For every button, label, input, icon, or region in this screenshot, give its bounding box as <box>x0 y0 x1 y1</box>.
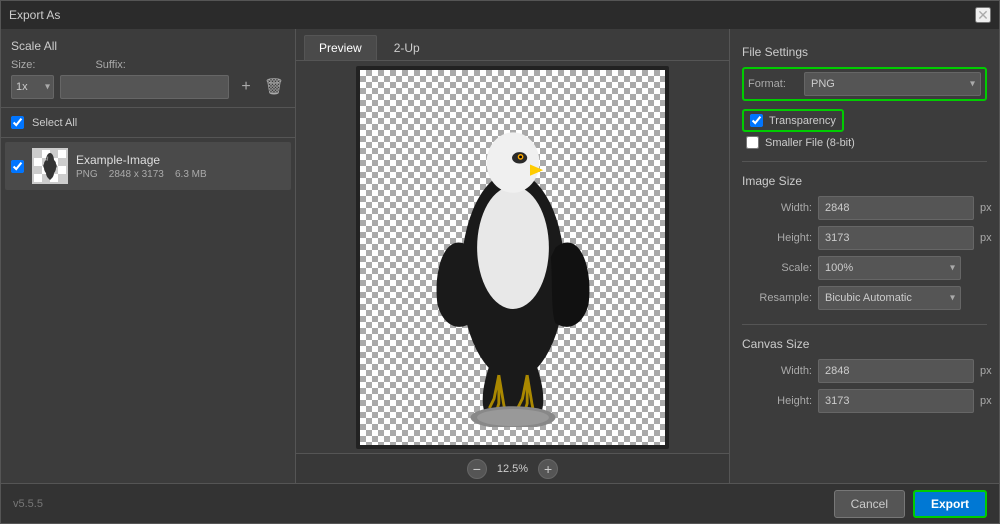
title-bar: Export As ✕ <box>1 1 999 29</box>
smaller-file-label: Smaller File (8-bit) <box>765 137 855 149</box>
scale-title: Scale All <box>11 39 285 53</box>
items-list: Example-Image PNG 2848 x 3173 6.3 MB <box>1 138 295 483</box>
item-name: Example-Image <box>76 153 285 167</box>
preview-image-wrapper <box>360 70 665 445</box>
preview-container <box>356 66 669 449</box>
size-select[interactable]: 1x 2x 3x 0.5x <box>11 75 54 99</box>
eagle-image <box>413 87 613 427</box>
bottom-bar: v5.5.5 Cancel Export <box>1 483 999 523</box>
divider-2 <box>742 324 987 325</box>
preview-area <box>296 61 729 453</box>
scale-labels: Size: Suffix: <box>11 59 285 71</box>
list-item[interactable]: Example-Image PNG 2848 x 3173 6.3 MB <box>5 142 291 190</box>
smaller-file-checkbox[interactable] <box>746 136 759 149</box>
item-thumbnail <box>32 148 68 184</box>
left-panel: Scale All Size: Suffix: 1x 2x 3x 0.5x <box>1 29 296 483</box>
tabs-bar: Preview 2-Up <box>296 29 729 61</box>
version-text: v5.5.5 <box>13 498 43 510</box>
image-width-input[interactable] <box>818 196 974 220</box>
dialog-title: Export As <box>9 8 60 22</box>
canvas-width-label: Width: <box>742 365 812 377</box>
item-checkbox[interactable] <box>11 160 24 173</box>
format-select[interactable]: PNG JPEG GIF SVG WebP <box>804 72 981 96</box>
zoom-out-button[interactable]: − <box>467 459 487 479</box>
right-panel: File Settings Format: PNG JPEG GIF SVG W… <box>729 29 999 483</box>
image-width-row: Width: px <box>742 196 987 220</box>
suffix-label: Suffix: <box>95 59 125 71</box>
scale-select-wrapper: 100% 50% 200% 25% <box>818 256 961 280</box>
tab-preview[interactable]: Preview <box>304 35 377 60</box>
canvas-height-row: Height: px <box>742 389 987 413</box>
canvas-width-input[interactable] <box>818 359 974 383</box>
zoom-bar: − 12.5% + <box>296 453 729 483</box>
bottom-buttons: Cancel Export <box>834 490 987 518</box>
canvas-size-title: Canvas Size <box>742 337 987 351</box>
image-height-unit: px <box>980 232 992 244</box>
canvas-width-row: Width: px <box>742 359 987 383</box>
image-scale-row: Scale: 100% 50% 200% 25% <box>742 256 987 280</box>
cancel-button[interactable]: Cancel <box>834 490 905 518</box>
transparency-checkbox[interactable] <box>750 114 763 127</box>
select-all-label: Select All <box>32 117 77 129</box>
image-height-input[interactable] <box>818 226 974 250</box>
add-scale-button[interactable]: + <box>235 76 257 98</box>
item-info: Example-Image PNG 2848 x 3173 6.3 MB <box>76 153 285 180</box>
select-all-row: Select All <box>1 108 295 138</box>
select-all-checkbox[interactable] <box>11 116 24 129</box>
size-select-wrapper: 1x 2x 3x 0.5x <box>11 75 54 99</box>
zoom-in-button[interactable]: + <box>538 459 558 479</box>
canvas-height-input[interactable] <box>818 389 974 413</box>
item-meta: PNG 2848 x 3173 6.3 MB <box>76 169 285 180</box>
resample-select-wrapper: Bicubic Automatic Bicubic Bilinear Neare… <box>818 286 961 310</box>
suffix-input[interactable] <box>60 75 229 99</box>
delete-scale-button[interactable]: 🗑 <box>263 76 285 98</box>
file-settings-title: File Settings <box>742 45 987 59</box>
export-button[interactable]: Export <box>913 490 987 518</box>
item-size: 6.3 MB <box>175 169 207 180</box>
scale-inputs: 1x 2x 3x 0.5x + 🗑 <box>11 75 285 99</box>
tab-2up[interactable]: 2-Up <box>379 35 435 60</box>
format-select-wrapper: PNG JPEG GIF SVG WebP <box>804 72 981 96</box>
item-dimensions: 2848 x 3173 <box>109 169 164 180</box>
size-label: Size: <box>11 59 35 71</box>
export-as-dialog: Export As ✕ Scale All Size: Suffix: 1x 2… <box>0 0 1000 524</box>
canvas-height-unit: px <box>980 395 992 407</box>
zoom-value: 12.5% <box>497 463 528 475</box>
main-content: Scale All Size: Suffix: 1x 2x 3x 0.5x <box>1 29 999 483</box>
format-label: Format: <box>748 78 798 90</box>
canvas-width-unit: px <box>980 365 992 377</box>
canvas-height-label: Height: <box>742 395 812 407</box>
center-panel: Preview 2-Up <box>296 29 729 483</box>
image-size-title: Image Size <box>742 174 987 188</box>
transparency-label: Transparency <box>769 115 836 127</box>
transparency-row: Transparency <box>742 109 844 132</box>
resample-row: Resample: Bicubic Automatic Bicubic Bili… <box>742 286 987 310</box>
image-height-row: Height: px <box>742 226 987 250</box>
image-height-label: Height: <box>742 232 812 244</box>
image-scale-label: Scale: <box>742 262 812 274</box>
resample-select[interactable]: Bicubic Automatic Bicubic Bilinear Neare… <box>818 286 961 310</box>
close-button[interactable]: ✕ <box>975 7 991 23</box>
format-row: Format: PNG JPEG GIF SVG WebP <box>742 67 987 101</box>
item-type: PNG <box>76 169 98 180</box>
image-width-label: Width: <box>742 202 812 214</box>
scale-section: Scale All Size: Suffix: 1x 2x 3x 0.5x <box>1 29 295 108</box>
scale-select[interactable]: 100% 50% 200% 25% <box>818 256 961 280</box>
smaller-file-row: Smaller File (8-bit) <box>746 136 987 149</box>
image-width-unit: px <box>980 202 992 214</box>
resample-label: Resample: <box>742 292 812 304</box>
divider-1 <box>742 161 987 162</box>
